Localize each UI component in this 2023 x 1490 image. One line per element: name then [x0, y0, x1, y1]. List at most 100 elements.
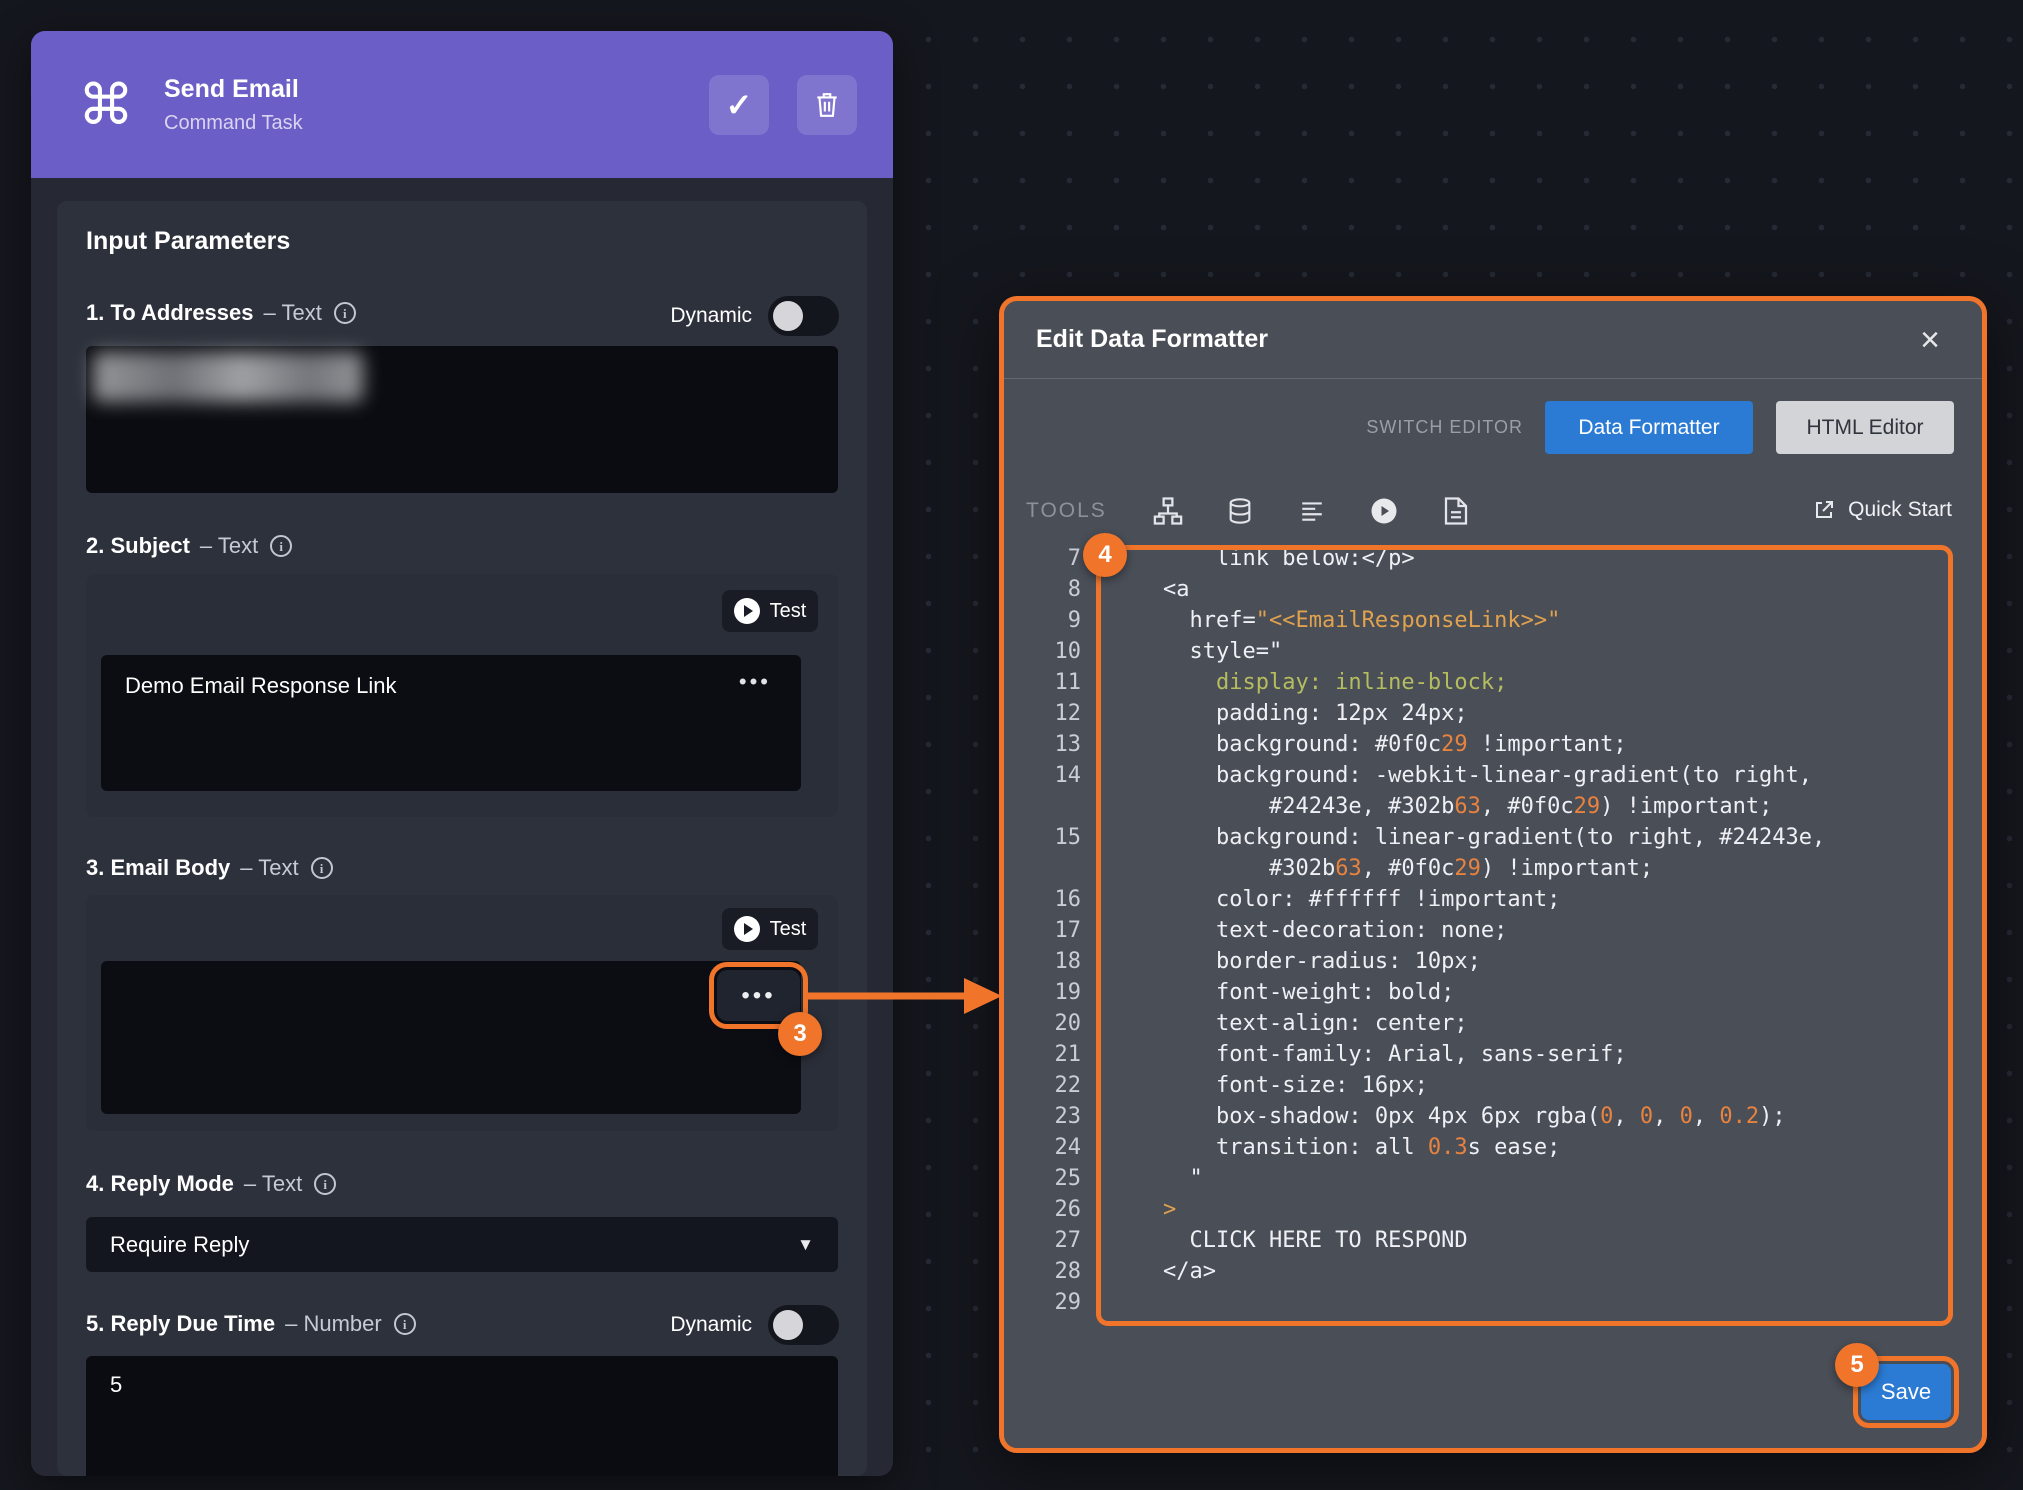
line-number: 15 — [1004, 822, 1081, 853]
param-type: – Text — [264, 300, 322, 326]
line-number: 29 — [1004, 1287, 1081, 1318]
line-number: 17 — [1004, 915, 1081, 946]
tools-label: TOOLS — [1026, 499, 1107, 523]
quick-start-link[interactable]: Quick Start — [1812, 498, 1952, 522]
tab-html-editor[interactable]: HTML Editor — [1776, 401, 1954, 454]
trash-icon — [814, 91, 840, 119]
step-3-number: 3 — [793, 1020, 806, 1048]
line-number: 20 — [1004, 1008, 1081, 1039]
tab-label: HTML Editor — [1806, 416, 1923, 440]
input-parameters-card: Input Parameters 1. To Addresses – Text … — [57, 201, 867, 1476]
line-number: 28 — [1004, 1256, 1081, 1287]
dynamic-toggle[interactable] — [768, 1305, 839, 1345]
redacted-email-value — [93, 352, 363, 402]
tree-icon[interactable] — [1152, 495, 1184, 527]
param-type: – Number — [285, 1311, 382, 1337]
reply-mode-value: Require Reply — [110, 1232, 249, 1258]
code-line: 26> — [1004, 1194, 1974, 1225]
line-number: 25 — [1004, 1163, 1081, 1194]
task-titles: Send Email Command Task — [164, 75, 303, 135]
code-line: 13 background: #0f0c29 !important; — [1004, 729, 1974, 760]
info-icon[interactable]: i — [394, 1313, 416, 1335]
switch-editor-label: SWITCH EDITOR — [1366, 417, 1523, 438]
play-triangle — [744, 605, 753, 617]
confirm-button[interactable]: ✓ — [709, 75, 769, 135]
param-type: – Text — [244, 1171, 302, 1197]
code-editor[interactable]: 7 link below:</p>8<a9 href="<<EmailRespo… — [1004, 543, 1974, 1323]
step-5-badge: 5 — [1835, 1343, 1879, 1387]
code-line: 20 text-align: center; — [1004, 1008, 1974, 1039]
quick-start-label: Quick Start — [1848, 498, 1952, 522]
code-line: 24 transition: all 0.3s ease; — [1004, 1132, 1974, 1163]
tools-toolbar — [1152, 495, 1472, 527]
section-title: Input Parameters — [86, 227, 290, 256]
save-button-label: Save — [1881, 1379, 1931, 1405]
delete-button[interactable] — [797, 75, 857, 135]
reply-due-time-field[interactable]: 5 — [86, 1356, 838, 1476]
play-triangle — [744, 923, 753, 935]
edit-data-formatter-modal: Edit Data Formatter × SWITCH EDITOR Data… — [999, 296, 1987, 1453]
line-number: 18 — [1004, 946, 1081, 977]
subject-menu-icon[interactable]: ••• — [739, 669, 771, 695]
toggle-knob — [773, 1310, 803, 1340]
subject-test-button[interactable]: Test — [722, 590, 818, 632]
line-number: 16 — [1004, 884, 1081, 915]
code-line: 18 border-radius: 10px; — [1004, 946, 1974, 977]
reply-mode-dropdown[interactable]: Require Reply ▼ — [86, 1217, 838, 1272]
info-glyph: i — [279, 540, 283, 553]
annotation-arrow — [806, 972, 1006, 1020]
align-left-icon[interactable] — [1296, 495, 1328, 527]
email-body-test-button[interactable]: Test — [722, 908, 818, 950]
test-button-label: Test — [770, 918, 807, 941]
line-number: 7 — [1004, 543, 1081, 574]
modal-header: Edit Data Formatter × — [1004, 301, 1982, 379]
code-line: 14 background: -webkit-linear-gradient(t… — [1004, 760, 1974, 791]
external-link-icon — [1812, 498, 1836, 522]
line-number: 12 — [1004, 698, 1081, 729]
info-glyph: i — [403, 1318, 407, 1331]
database-icon[interactable] — [1224, 495, 1256, 527]
code-line: 7 link below:</p> — [1004, 543, 1974, 574]
line-number: 8 — [1004, 574, 1081, 605]
param-name: 3. Email Body — [86, 855, 230, 881]
command-icon: ⌘ — [78, 77, 134, 133]
file-info-icon[interactable] — [1440, 495, 1472, 527]
email-body-input[interactable] — [101, 961, 801, 1114]
info-glyph: i — [343, 307, 347, 320]
play-icon[interactable] — [1368, 495, 1400, 527]
tab-label: Data Formatter — [1578, 416, 1719, 440]
tab-data-formatter[interactable]: Data Formatter — [1545, 401, 1753, 454]
param-label-subject: 2. Subject – Text i — [86, 531, 292, 561]
line-number: 11 — [1004, 667, 1081, 698]
step-4-badge: 4 — [1083, 533, 1127, 577]
info-icon[interactable]: i — [314, 1173, 336, 1195]
code-line: 17 text-decoration: none; — [1004, 915, 1974, 946]
to-addresses-field[interactable] — [86, 346, 838, 493]
param-name: 4. Reply Mode — [86, 1171, 234, 1197]
line-number: 27 — [1004, 1225, 1081, 1256]
dynamic-toggle[interactable] — [768, 296, 839, 336]
chevron-down-icon: ▼ — [797, 1235, 814, 1255]
info-icon[interactable]: i — [311, 857, 333, 879]
email-body-group: Test ••• — [86, 895, 838, 1131]
dynamic-label: Dynamic — [670, 1313, 752, 1337]
code-line: 19 font-weight: bold; — [1004, 977, 1974, 1008]
email-body-menu-button[interactable]: ••• — [717, 970, 800, 1021]
param-name: 5. Reply Due Time — [86, 1311, 275, 1337]
line-number: 22 — [1004, 1070, 1081, 1101]
line-number: 24 — [1004, 1132, 1081, 1163]
info-glyph: i — [320, 862, 324, 875]
subject-input[interactable]: Demo Email Response Link ••• — [101, 655, 801, 791]
ellipsis-icon: ••• — [741, 982, 775, 1010]
line-number: 19 — [1004, 977, 1081, 1008]
close-icon[interactable]: × — [1920, 323, 1940, 357]
step-5-number: 5 — [1850, 1351, 1863, 1379]
line-number: 9 — [1004, 605, 1081, 636]
code-line: 27 CLICK HERE TO RESPOND — [1004, 1225, 1974, 1256]
code-line: 25 " — [1004, 1163, 1974, 1194]
check-icon: ✓ — [726, 86, 753, 124]
param-type: – Text — [240, 855, 298, 881]
info-icon[interactable]: i — [270, 535, 292, 557]
info-icon[interactable]: i — [334, 302, 356, 324]
line-number: 10 — [1004, 636, 1081, 667]
